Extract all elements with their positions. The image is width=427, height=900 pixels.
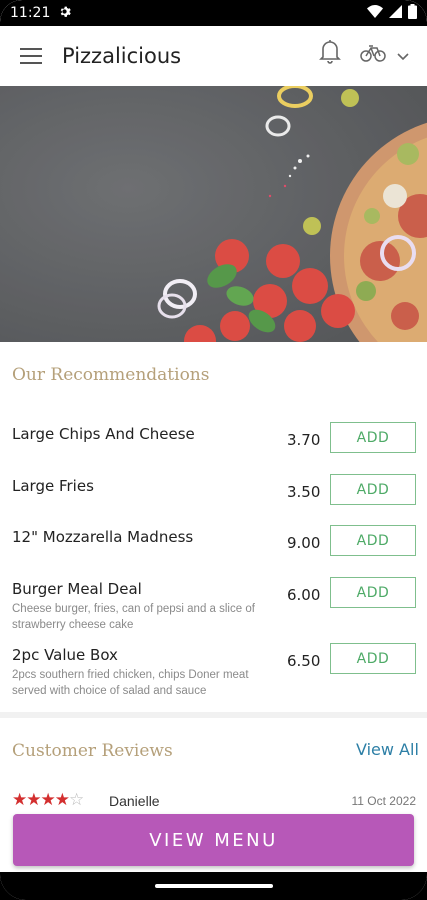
bicycle-icon[interactable] — [360, 44, 386, 67]
item-price: 3.50 — [287, 483, 321, 501]
add-button[interactable]: ADD — [330, 422, 416, 453]
status-time: 11:21 — [10, 5, 51, 21]
phone-screen: 11:21 Pizzalicious Our Recommendations L… — [0, 0, 427, 900]
recommendation-item: Burger Meal Deal Cheese burger, fries, c… — [0, 577, 427, 632]
chevron-down-icon[interactable] — [397, 48, 409, 66]
home-gesture-handle[interactable] — [155, 884, 273, 888]
item-price: 6.00 — [287, 586, 321, 604]
recommendations-title: Our Recommendations — [12, 365, 210, 385]
recommendation-item: Large Fries 3.50 ADD — [0, 474, 427, 529]
item-description: Cheese burger, fries, can of pepsi and a… — [12, 603, 255, 631]
item-description: 2pcs southern fried chicken, chips Doner… — [12, 669, 249, 697]
wifi-icon — [367, 5, 383, 21]
status-icons — [367, 4, 417, 22]
star-rating: ★★★★☆ — [12, 790, 84, 810]
view-all-link[interactable]: View All — [356, 740, 419, 759]
recommendation-item: 12" Mozzarella Madness 9.00 ADD — [0, 525, 427, 580]
item-price: 3.70 — [287, 431, 321, 449]
section-divider — [0, 712, 427, 718]
star-icon: ☆ — [69, 790, 84, 809]
item-name: 2pc Value Box — [12, 646, 118, 664]
reviews-title: Customer Reviews — [12, 741, 173, 761]
recommendation-item: Large Chips And Cheese 3.70 ADD — [0, 422, 427, 477]
review-row: ★★★★☆ Danielle 11 Oct 2022 — [12, 790, 416, 814]
add-button[interactable]: ADD — [330, 474, 416, 505]
item-name: Large Fries — [12, 477, 94, 495]
hero-image — [0, 86, 427, 342]
star-icon: ★ — [40, 790, 56, 809]
add-button[interactable]: ADD — [330, 643, 416, 674]
review-date: 11 Oct 2022 — [351, 794, 417, 808]
app-bar: Pizzalicious — [0, 26, 427, 86]
menu-icon[interactable] — [20, 48, 42, 64]
bell-icon[interactable] — [318, 38, 342, 69]
item-name: Burger Meal Deal — [12, 580, 142, 598]
add-button[interactable]: ADD — [330, 577, 416, 608]
settings-icon — [58, 5, 72, 21]
item-price: 9.00 — [287, 534, 321, 552]
add-button[interactable]: ADD — [330, 525, 416, 556]
item-name: Large Chips And Cheese — [12, 425, 195, 443]
recommendation-item: 2pc Value Box 2pcs southern fried chicke… — [0, 643, 427, 698]
status-bar: 11:21 — [0, 0, 427, 26]
star-icon: ★ — [12, 790, 27, 809]
item-price: 6.50 — [287, 652, 321, 670]
signal-icon — [389, 5, 402, 21]
navigation-bar — [0, 872, 427, 900]
star-icon: ★ — [54, 790, 70, 809]
view-menu-button[interactable]: VIEW MENU — [13, 814, 414, 866]
app-title: Pizzalicious — [62, 44, 182, 68]
star-icon: ★ — [26, 790, 41, 809]
battery-icon — [408, 4, 417, 22]
reviewer-name: Danielle — [109, 793, 160, 809]
item-name: 12" Mozzarella Madness — [12, 528, 194, 546]
